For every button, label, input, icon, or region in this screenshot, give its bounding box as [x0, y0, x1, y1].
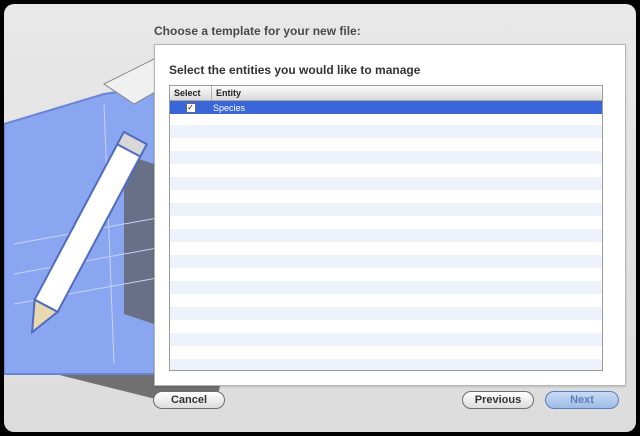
next-button[interactable]: Next: [545, 391, 619, 409]
instruction-label: Select the entities you would like to ma…: [169, 63, 421, 77]
table-row[interactable]: ✓ Species: [170, 101, 602, 114]
table-header: Select Entity: [170, 86, 602, 101]
entity-cell: Species: [213, 102, 246, 113]
cancel-button[interactable]: Cancel: [153, 391, 225, 409]
previous-button[interactable]: Previous: [462, 391, 534, 409]
template-panel: Select the entities you would like to ma…: [154, 44, 626, 386]
column-header-entity[interactable]: Entity: [212, 86, 241, 100]
column-header-select[interactable]: Select: [170, 86, 212, 100]
new-file-dialog: Choose a template for your new file: Sel…: [4, 4, 636, 432]
entity-table[interactable]: Select Entity ✓ Species: [169, 85, 603, 371]
dialog-heading: Choose a template for your new file:: [154, 24, 361, 38]
select-checkbox[interactable]: ✓: [185, 102, 196, 113]
